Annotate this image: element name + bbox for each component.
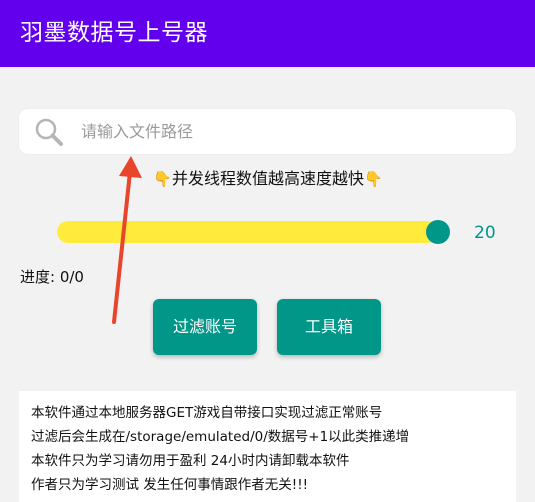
info-line: 过滤后会生成在/storage/emulated/0/数据号+1以此类推递增 [31,429,410,445]
thread-count-value: 20 [474,223,496,243]
thread-slider-thumb[interactable] [426,220,450,244]
search-icon [35,118,63,146]
pointing-down-icon: 👇 [153,170,172,188]
app-bar: 羽墨数据号上号器 [0,0,535,67]
pointing-down-icon: 👇 [364,170,383,188]
app-title: 羽墨数据号上号器 [20,20,208,46]
info-line: 本软件通过本地服务器GET游戏自带接口实现过滤正常账号 [31,405,383,421]
search-box[interactable] [19,109,516,154]
thread-slider-track[interactable] [57,221,438,243]
thread-hint-text: 并发线程数值越高速度越快 [171,169,364,188]
progress-text: 进度: 0/0 [20,268,84,286]
info-line: 本软件只为学习请勿用于盈利 24小时内请卸载本软件 [31,453,350,469]
file-path-input[interactable] [81,117,501,145]
info-card: 本软件通过本地服务器GET游戏自带接口实现过滤正常账号 过滤后会生成在/stor… [19,391,516,502]
filter-accounts-button[interactable]: 过滤账号 [153,299,257,355]
thread-hint: 👇并发线程数值越高速度越快👇 [150,167,386,191]
toolbox-button[interactable]: 工具箱 [277,299,381,355]
info-line: 作者只为学习测试 发生任何事情跟作者无关!!! [31,477,309,493]
